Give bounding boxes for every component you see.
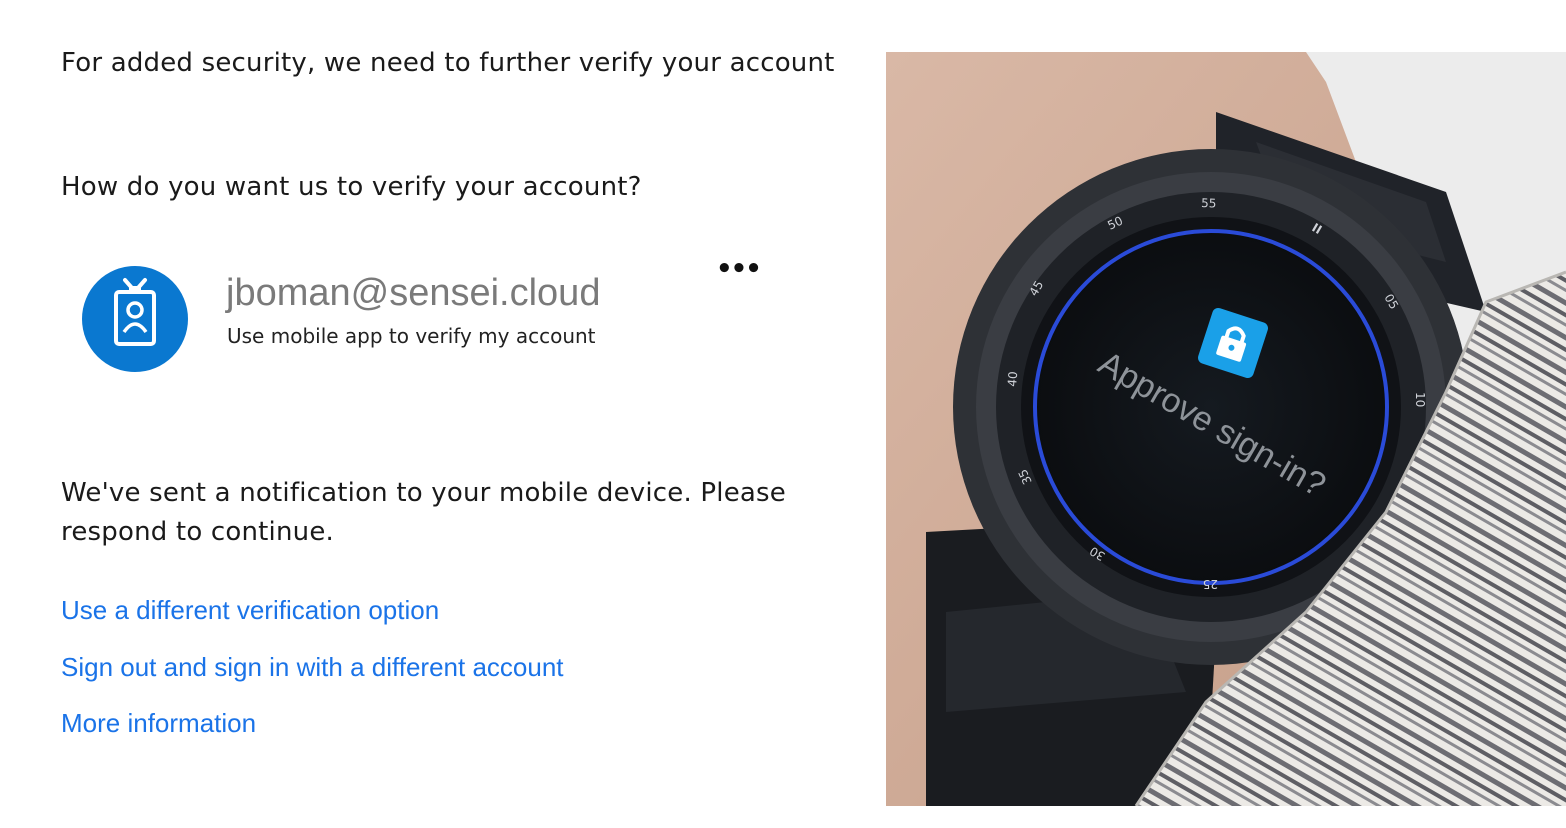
more-information-link[interactable]: More information <box>61 708 256 739</box>
smartwatch-photo: 55 50 45 40 35 30 25 05 10 II Approve si… <box>886 52 1566 806</box>
verify-question: How do you want us to verify your accoun… <box>61 172 642 202</box>
verification-panel: For added security, we need to further v… <box>0 0 880 828</box>
bezel-number: 40 <box>1005 371 1020 387</box>
more-options-button[interactable]: ••• <box>716 254 762 284</box>
account-tile[interactable]: jboman@sensei.cloud Use mobile app to ve… <box>80 254 780 372</box>
notification-message: We've sent a notification to your mobile… <box>61 478 786 547</box>
bezel-number: 10 <box>1413 392 1427 407</box>
different-verification-link[interactable]: Use a different verification option <box>61 595 439 626</box>
account-email: jboman@sensei.cloud <box>226 272 601 314</box>
account-method: Use mobile app to verify my account <box>227 324 596 348</box>
bezel-number: 25 <box>1203 577 1218 591</box>
id-badge-icon <box>82 266 188 372</box>
sign-out-link[interactable]: Sign out and sign in with a different ac… <box>61 652 564 683</box>
bezel-number: 55 <box>1201 196 1217 211</box>
page-heading: For added security, we need to further v… <box>61 48 835 78</box>
